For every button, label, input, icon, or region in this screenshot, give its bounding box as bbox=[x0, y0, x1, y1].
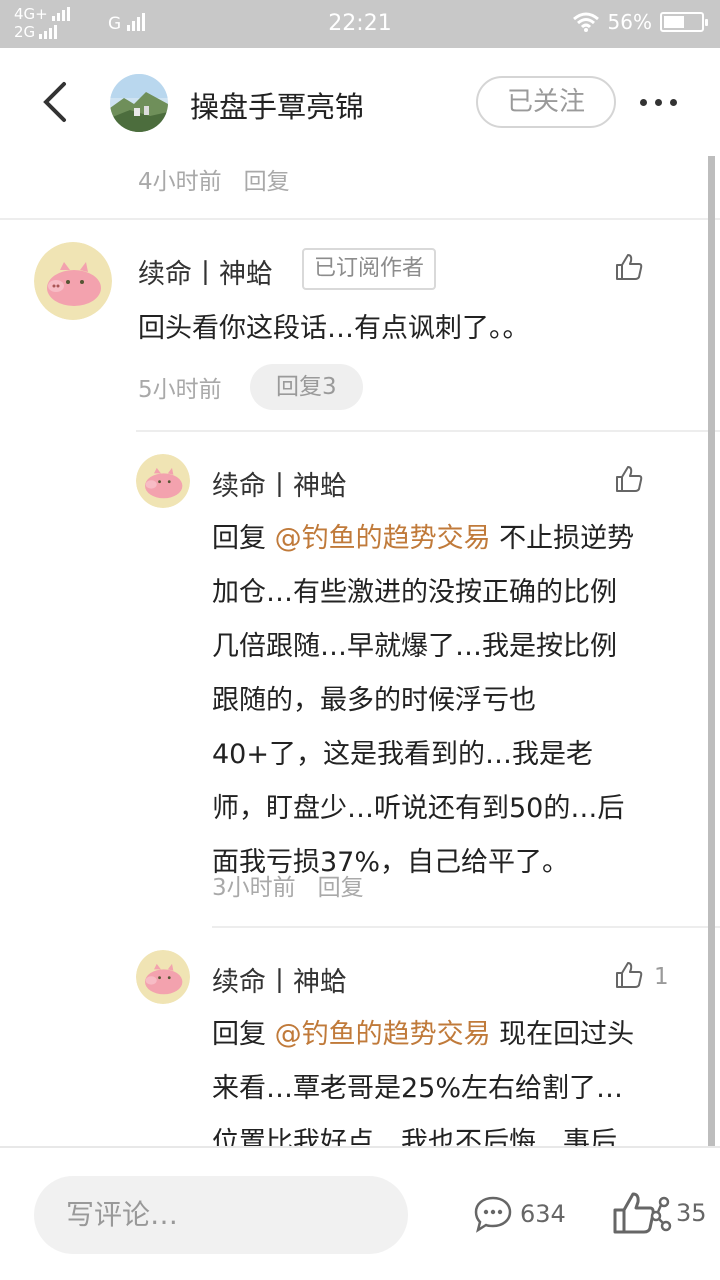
like-icon[interactable] bbox=[614, 960, 644, 990]
wifi-icon bbox=[572, 12, 599, 32]
scrollbar[interactable] bbox=[708, 156, 715, 1146]
comments-button[interactable]: 634 bbox=[472, 1194, 566, 1234]
mention-link[interactable]: @钓鱼的趋势交易 bbox=[275, 1019, 491, 1050]
comment-line: 回复 @钓鱼的趋势交易 不止损逆势 bbox=[212, 512, 692, 566]
commenter-name[interactable]: 续命丨神蛤 bbox=[212, 464, 347, 503]
more-icon[interactable] bbox=[640, 88, 686, 116]
comment-line: 回复 @钓鱼的趋势交易 现在回过头 bbox=[212, 1008, 692, 1062]
comment-line: 跟随的，最多的时候浮亏也 bbox=[212, 685, 536, 716]
reply-prefix: 回复 bbox=[212, 523, 275, 554]
avatar[interactable] bbox=[136, 950, 190, 1004]
comment-meta: 3小时前 回复 bbox=[212, 868, 364, 902]
status-right: 56% bbox=[572, 10, 708, 34]
comment-line: 位置比我好点…我也不后悔…事后 bbox=[212, 1127, 617, 1146]
like-icon[interactable] bbox=[614, 252, 644, 282]
article-like-button[interactable]: 35 bbox=[612, 1190, 707, 1236]
commenter-name[interactable]: 续命丨神蛤 bbox=[212, 960, 347, 999]
comment-line: 40+了，这是我看到的…我是老 bbox=[212, 739, 593, 770]
status-bar: 4G+ 2G G 22:21 56% bbox=[0, 0, 720, 48]
comment-list: 4小时前 回复 续命丨神蛤 已订阅作者 回头看你这段话…有点讽刺了。。 5小时前 … bbox=[0, 156, 720, 1146]
like-icon[interactable] bbox=[614, 464, 644, 494]
avatar[interactable] bbox=[34, 242, 112, 320]
comment-line: 来看…覃老哥是25%左右给割了… bbox=[212, 1073, 624, 1104]
reply-prefix: 回复 bbox=[212, 1019, 275, 1050]
divider bbox=[0, 218, 720, 220]
battery-percent: 56% bbox=[607, 10, 652, 34]
bottom-bar: 写评论… 634 35 bbox=[0, 1146, 720, 1280]
author-avatar[interactable] bbox=[110, 74, 168, 132]
page-title: 操盘手覃亮锦 bbox=[190, 90, 365, 124]
reply-link[interactable]: 回复 bbox=[318, 875, 364, 901]
divider bbox=[212, 926, 720, 928]
comment-line: 加仓…有些激进的没按正确的比例 bbox=[212, 577, 617, 608]
comment-text: 回头看你这段话…有点讽刺了。。 bbox=[138, 313, 530, 344]
comment-bubble-icon bbox=[474, 1196, 512, 1233]
comment-input[interactable]: 写评论… bbox=[34, 1176, 408, 1254]
comment-line: 师，盯盘少…听说还有到50的…后 bbox=[212, 793, 625, 824]
reply-link[interactable]: 回复 bbox=[244, 169, 290, 195]
avatar[interactable] bbox=[136, 454, 190, 508]
comment-time: 4小时前 bbox=[138, 169, 222, 195]
commenter-name[interactable]: 续命丨神蛤 bbox=[138, 252, 273, 291]
comment-text: 回复 @钓鱼的趋势交易 现在回过头 来看…覃老哥是25%左右给割了… 位置比我好… bbox=[212, 1008, 692, 1146]
comment-line-rest: 不止损逆势 bbox=[490, 523, 635, 554]
comment-meta: 4小时前 回复 bbox=[138, 162, 290, 196]
comment-time: 5小时前 bbox=[138, 377, 222, 403]
replies-button[interactable]: 回复3 bbox=[250, 364, 363, 410]
comment-time: 3小时前 bbox=[212, 875, 296, 901]
like-icon bbox=[613, 1192, 672, 1234]
follow-button[interactable]: 已关注 bbox=[476, 76, 616, 128]
like-count: 1 bbox=[654, 964, 669, 990]
subscriber-badge: 已订阅作者 bbox=[302, 248, 437, 290]
comment-count: 634 bbox=[520, 1200, 566, 1228]
header: 操盘手覃亮锦 已关注 bbox=[0, 48, 720, 156]
like-count: 35 bbox=[676, 1199, 707, 1227]
back-icon[interactable] bbox=[36, 78, 76, 126]
comment-text: 回复 @钓鱼的趋势交易 不止损逆势 加仓…有些激进的没按正确的比例 几倍跟随…早… bbox=[212, 512, 692, 890]
comment-line-rest: 现在回过头 bbox=[490, 1019, 635, 1050]
battery-icon bbox=[660, 12, 708, 32]
divider bbox=[136, 430, 720, 432]
mention-link[interactable]: @钓鱼的趋势交易 bbox=[275, 523, 491, 554]
comment-line: 几倍跟随…早就爆了…我是按比例 bbox=[212, 631, 617, 662]
